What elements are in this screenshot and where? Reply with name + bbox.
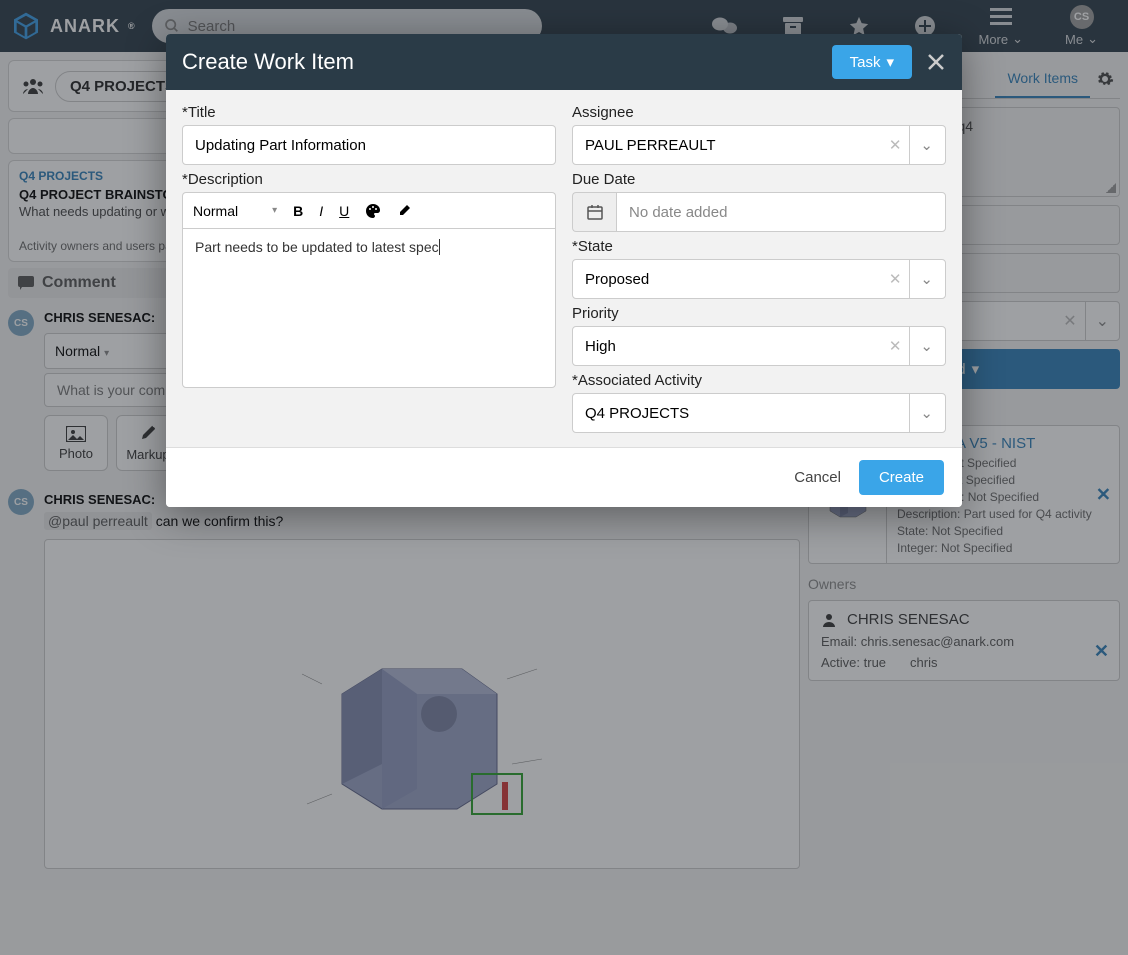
state-select[interactable]: Proposed ✕ ⌄ — [572, 259, 946, 299]
due-date-input[interactable]: No date added — [616, 192, 946, 232]
clear-icon[interactable]: ✕ — [881, 337, 910, 355]
description-text: Part needs to be updated to latest spec — [195, 239, 439, 255]
caret-down-icon: ▾ — [886, 53, 894, 71]
assignee-label: Assignee — [572, 104, 946, 121]
activity-select[interactable]: Q4 PROJECTS ⌄ — [572, 393, 946, 433]
description-input[interactable]: Part needs to be updated to latest spec​ — [182, 228, 556, 388]
bold-button[interactable]: B — [293, 203, 303, 219]
task-type-dropdown[interactable]: Task ▾ — [832, 45, 912, 79]
palette-icon[interactable] — [365, 203, 381, 219]
modal-overlay[interactable]: Create Work Item Task ▾ *Title *Descript… — [0, 0, 1128, 955]
due-date-label: Due Date — [572, 171, 946, 188]
state-label: *State — [572, 238, 946, 255]
priority-value: High — [585, 338, 616, 355]
chevron-down-icon[interactable]: ⌄ — [909, 126, 933, 164]
activity-label: *Associated Activity — [572, 372, 946, 389]
clear-icon[interactable]: ✕ — [881, 136, 910, 154]
chevron-down-icon[interactable]: ⌄ — [909, 260, 933, 298]
description-label: *Description — [182, 171, 556, 188]
underline-button[interactable]: U — [339, 203, 349, 219]
calendar-icon[interactable] — [572, 192, 616, 232]
chevron-down-icon[interactable]: ⌄ — [909, 327, 933, 365]
priority-select[interactable]: High ✕ ⌄ — [572, 326, 946, 366]
title-label: *Title — [182, 104, 556, 121]
task-label: Task — [850, 54, 881, 71]
description-toolbar[interactable]: Normal B I U — [182, 192, 556, 228]
clear-icon[interactable]: ✕ — [881, 270, 910, 288]
priority-label: Priority — [572, 305, 946, 322]
cancel-button[interactable]: Cancel — [794, 469, 841, 486]
italic-button[interactable]: I — [319, 203, 323, 219]
activity-value: Q4 PROJECTS — [585, 405, 689, 422]
create-button[interactable]: Create — [859, 460, 944, 495]
close-button[interactable] — [926, 52, 946, 72]
state-value: Proposed — [585, 271, 649, 288]
assignee-select[interactable]: PAUL PERREAULT ✕ ⌄ — [572, 125, 946, 165]
style-select[interactable]: Normal — [193, 203, 277, 219]
highlight-icon[interactable] — [397, 204, 411, 218]
assignee-value: PAUL PERREAULT — [585, 137, 716, 154]
chevron-down-icon[interactable]: ⌄ — [909, 394, 933, 432]
modal-title: Create Work Item — [182, 49, 354, 75]
title-input[interactable] — [182, 125, 556, 165]
create-work-item-modal: Create Work Item Task ▾ *Title *Descript… — [166, 34, 962, 507]
